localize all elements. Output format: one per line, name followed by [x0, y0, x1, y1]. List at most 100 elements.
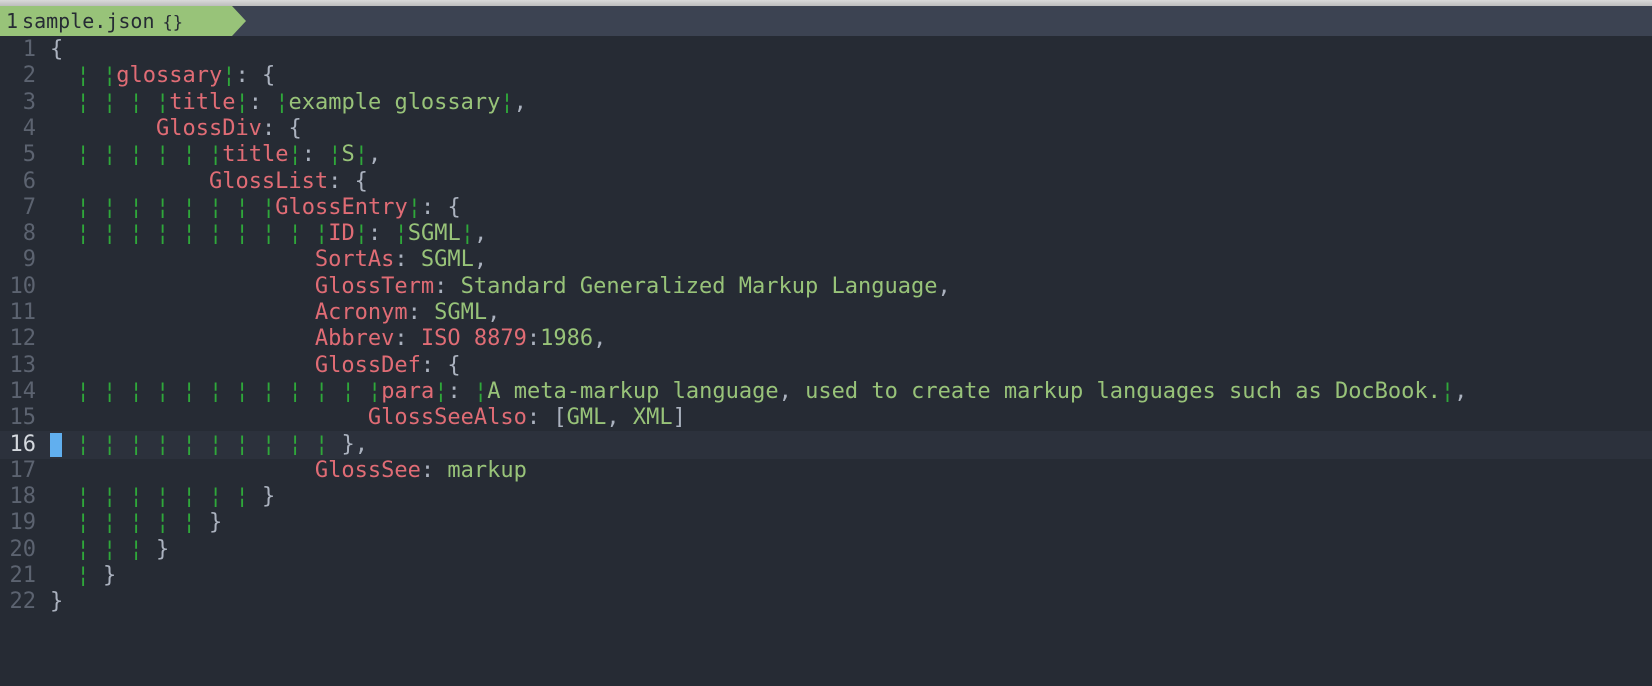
code-line[interactable]: 3 ¦ ¦ ¦ ¦title¦: ¦example glossary¦, — [0, 89, 1652, 117]
punctuation — [408, 247, 421, 272]
json-file-icon: {} — [162, 13, 183, 33]
code-line[interactable]: 9 SortAs: SGML, — [0, 246, 1652, 274]
punctuation — [143, 379, 156, 404]
code-line[interactable]: 16 ¦ ¦ ¦ ¦ ¦ ¦ ¦ ¦ ¦ ¦ }, — [0, 430, 1652, 459]
punctuation — [262, 90, 275, 115]
indent-guide: ¦ — [103, 378, 117, 404]
punctuation: , — [937, 273, 951, 299]
json-key: glossary — [116, 63, 223, 89]
punctuation: , — [473, 221, 488, 247]
indent-guide: ¦ — [275, 89, 289, 115]
punctuation — [434, 458, 447, 483]
indent-guide: ¦ — [222, 63, 236, 89]
line-number: 13 — [9, 352, 37, 378]
code-line[interactable]: 10 GlossTerm: Standard Generalized Marku… — [0, 273, 1652, 301]
punctuation: : — [261, 115, 276, 141]
code-line[interactable]: 20 ¦ ¦ ¦ } — [0, 536, 1652, 564]
punctuation: } — [103, 563, 117, 588]
indent-guide: ¦ — [182, 221, 196, 247]
code-line[interactable]: 5 ¦ ¦ ¦ ¦ ¦ ¦title¦: ¦S¦, — [0, 141, 1652, 169]
punctuation — [116, 537, 129, 562]
indent-guide: ¦ — [262, 221, 276, 247]
punctuation — [169, 432, 182, 457]
line-code: ¦ ¦ ¦ ¦ ¦ ¦ ¦ ¦GlossEntry¦: { — [50, 194, 461, 222]
code-line[interactable]: 15 GlossSeeAlso: [GML, XML] — [0, 404, 1652, 432]
punctuation: : — [407, 300, 421, 325]
indent-guide: ¦ — [129, 89, 143, 115]
code-line[interactable]: 8 ¦ ¦ ¦ ¦ ¦ ¦ ¦ ¦ ¦ ¦ID¦: ¦SGML¦, — [0, 220, 1652, 248]
punctuation — [249, 63, 262, 88]
punctuation: : — [368, 221, 382, 247]
code-line[interactable]: 14 ¦ ¦ ¦ ¦ ¦ ¦ ¦ ¦ ¦ ¦ ¦ ¦para¦: ¦A meta… — [0, 378, 1652, 406]
indent-guide: ¦ — [76, 536, 90, 562]
indent-guide: ¦ — [368, 378, 382, 404]
punctuation — [222, 484, 235, 509]
punctuation: : — [394, 326, 408, 352]
punctuation — [302, 432, 315, 457]
punctuation — [620, 405, 633, 430]
indent-guide: ¦ — [76, 142, 90, 168]
code-line[interactable]: 7 ¦ ¦ ¦ ¦ ¦ ¦ ¦ ¦GlossEntry¦: { — [0, 194, 1652, 222]
line-code: GlossTerm: Standard Generalized Markup L… — [50, 273, 951, 301]
line-code: GlossSeeAlso: [GML, XML] — [50, 404, 686, 432]
indent-guide: ¦ — [76, 194, 90, 220]
code-line[interactable]: 12 Abbrev: ISO 8879:1986, — [0, 325, 1652, 353]
code-line[interactable]: 22} — [0, 588, 1652, 616]
line-code: } — [50, 588, 63, 616]
code-line[interactable]: 19 ¦ ¦ ¦ ¦ ¦ } — [0, 509, 1652, 537]
punctuation — [90, 432, 103, 457]
punctuation — [275, 116, 288, 141]
indent-guide: ¦ — [156, 431, 170, 457]
code-line[interactable]: 18 ¦ ¦ ¦ ¦ ¦ ¦ ¦ } — [0, 483, 1652, 511]
punctuation — [116, 379, 129, 404]
json-key: para — [381, 378, 435, 404]
punctuation — [143, 221, 156, 246]
punctuation — [90, 510, 103, 535]
code-line[interactable]: 1{ — [0, 36, 1652, 64]
punctuation: : — [235, 63, 249, 89]
code-line[interactable]: 2 ¦ ¦glossary¦: { — [0, 62, 1652, 90]
indent-guide: ¦ — [156, 142, 170, 168]
indent-guide: ¦ — [129, 378, 143, 404]
line-number: 8 — [22, 221, 36, 247]
indent-guide: ¦ — [76, 63, 90, 89]
punctuation: , — [354, 431, 368, 457]
punctuation — [302, 379, 315, 404]
code-line[interactable]: 21 ¦ } — [0, 562, 1652, 590]
indent-guide: ¦ — [156, 221, 170, 247]
buffer-tab[interactable]: 1 sample.json {} — [0, 6, 232, 36]
indent-guide: ¦ — [76, 221, 90, 247]
indent-guide: ¦ — [315, 221, 329, 247]
punctuation: : — [420, 194, 435, 220]
code-line[interactable]: 11 Acronym: SGML, — [0, 299, 1652, 327]
indent-guide: ¦ — [129, 431, 143, 457]
json-key: GlossSeeAlso — [367, 405, 527, 431]
punctuation: , — [367, 142, 382, 168]
indent-guide: ¦ — [76, 510, 90, 536]
punctuation — [116, 142, 129, 167]
indent-guide: ¦ — [103, 63, 117, 89]
line-code: ¦ ¦ ¦ ¦ ¦ ¦ ¦ ¦ ¦ ¦ ¦ ¦para¦: ¦A meta-ma… — [50, 378, 1468, 406]
json-value: S — [341, 142, 355, 168]
punctuation — [50, 247, 315, 272]
code-line[interactable]: 17 GlossSee: markup — [0, 457, 1652, 485]
indent-guide: ¦ — [129, 484, 143, 510]
punctuation — [90, 195, 103, 220]
punctuation — [328, 432, 341, 457]
json-key: ID — [328, 221, 355, 247]
indent-guide: ¦ — [129, 194, 143, 220]
code-editor[interactable]: 1{2 ¦ ¦glossary¦: {3 ¦ ¦ ¦ ¦title¦: ¦exa… — [0, 36, 1652, 686]
punctuation — [169, 379, 182, 404]
json-value: 1986 — [540, 326, 594, 352]
indent-guide: ¦ — [156, 194, 170, 220]
code-line[interactable]: 4 GlossDiv: { — [0, 115, 1652, 143]
code-line[interactable]: 13 GlossDef: { — [0, 352, 1652, 380]
indent-guide: ¦ — [235, 484, 249, 510]
json-key: SortAs — [314, 247, 395, 273]
punctuation — [408, 326, 421, 351]
json-value: Standard Generalized Markup Language — [460, 273, 938, 299]
punctuation — [381, 221, 394, 246]
code-line[interactable]: 6 GlossList: { — [0, 168, 1652, 196]
punctuation — [461, 379, 474, 404]
punctuation — [90, 63, 103, 88]
